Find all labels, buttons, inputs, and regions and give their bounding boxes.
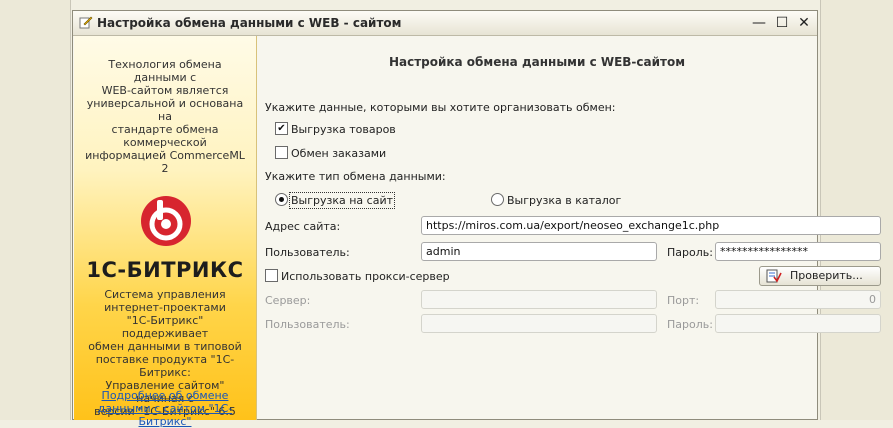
exchange-data-prompt: Укажите данные, которыми вы хотите орган… [265, 101, 616, 114]
proxy-port-field[interactable]: 0 [715, 290, 881, 309]
edit-pencil-icon [79, 16, 93, 29]
checklist-icon [766, 269, 782, 283]
upload-goods-checkbox[interactable]: ✔ [275, 122, 288, 135]
use-proxy-checkbox[interactable] [265, 269, 278, 282]
background-right-panel [820, 0, 893, 420]
site-address-label: Адрес сайта: [265, 220, 341, 233]
upload-goods-label[interactable]: Выгрузка товаров [291, 123, 396, 136]
proxy-password-label: Пароль: [667, 318, 713, 331]
technology-description: Технология обмена данными с WEB-сайтом я… [85, 58, 245, 175]
proxy-password-field[interactable] [715, 314, 881, 333]
check-connection-button[interactable]: Проверить... [759, 266, 881, 286]
title-bar[interactable]: Настройка обмена данными с WEB - сайтом … [73, 11, 817, 36]
exchange-type-prompt: Укажите тип обмена данными: [265, 170, 446, 183]
minimize-button[interactable]: — [749, 13, 769, 33]
password-label: Пароль: [667, 246, 713, 259]
proxy-user-label: Пользователь: [265, 318, 350, 331]
info-sidebar: Технология обмена данными с WEB-сайтом я… [74, 36, 257, 428]
upload-to-site-radio[interactable] [275, 193, 288, 206]
settings-dialog: Настройка обмена данными с WEB - сайтом … [72, 10, 881, 428]
proxy-port-label: Порт: [667, 294, 700, 307]
close-button[interactable]: ✕ [794, 13, 814, 33]
upload-to-catalog-label[interactable]: Выгрузка в каталог [507, 194, 621, 207]
form-heading: Настройка обмена данными с WEB-сайтом [388, 55, 686, 69]
more-info-link[interactable]: Подробнее об обмене данными с сайтом "1С… [82, 389, 248, 428]
user-field[interactable]: admin [421, 242, 657, 261]
upload-to-site-label[interactable]: Выгрузка на сайт [288, 192, 396, 209]
exchange-orders-checkbox[interactable] [275, 146, 288, 159]
main-form: Настройка обмена данными с WEB-сайтом Ук… [257, 36, 881, 420]
password-field[interactable]: **************** [715, 242, 881, 261]
user-label: Пользователь: [265, 246, 350, 259]
bitrix-logo-text: 1С-БИТРИКС [86, 258, 244, 282]
upload-to-catalog-radio[interactable] [491, 193, 504, 206]
check-button-label: Проверить... [790, 269, 863, 282]
maximize-button[interactable]: ☐ [772, 13, 792, 33]
bitrix-logo-icon [141, 196, 191, 246]
window-title: Настройка обмена данными с WEB - сайтом [97, 16, 402, 30]
proxy-server-field[interactable] [421, 290, 657, 309]
use-proxy-label[interactable]: Использовать прокси-сервер [281, 270, 450, 283]
site-address-field[interactable]: https://miros.com.ua/export/neoseo_excha… [421, 216, 881, 235]
proxy-server-label: Сервер: [265, 294, 311, 307]
background-left-panel [0, 0, 71, 420]
proxy-user-field[interactable] [421, 314, 657, 333]
exchange-orders-label[interactable]: Обмен заказами [291, 147, 386, 160]
